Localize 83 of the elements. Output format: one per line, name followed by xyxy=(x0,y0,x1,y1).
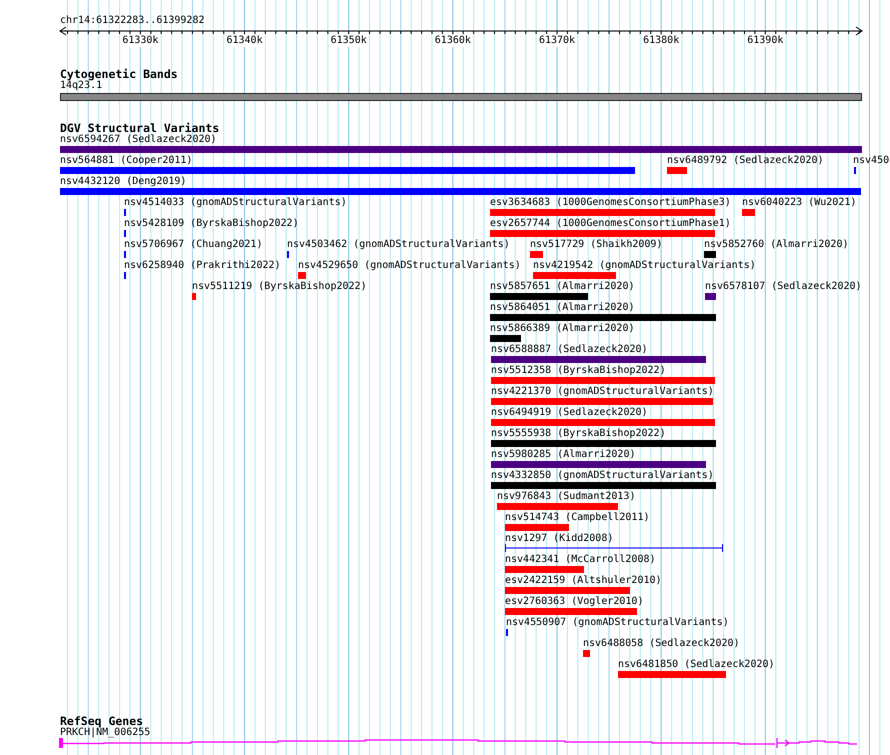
variant-label: nsv6578107 (Sedlazeck2020) xyxy=(705,281,862,293)
variant-bar[interactable] xyxy=(298,272,306,279)
variant-label: nsv5852760 (Almarri2020) xyxy=(704,239,848,251)
ruler-tick-label: 61370k xyxy=(537,35,577,47)
ruler-tick-label: 61340k xyxy=(224,35,265,47)
variant-label: nsv517729 (Shaikh2009) xyxy=(530,239,662,251)
ruler-tick-label: 61380k xyxy=(641,35,682,47)
variant-bar[interactable] xyxy=(491,377,715,384)
variant-label: nsv4332850 (gnomADStructuralVariants) xyxy=(491,470,714,482)
variant-bar[interactable] xyxy=(491,482,716,489)
band-label: 14q23.1 xyxy=(60,80,102,92)
variant-label: nsv6488058 (Sedlazeck2020) xyxy=(583,638,740,650)
variant-label: esv2422159 (Altshuler2010) xyxy=(505,575,662,587)
variant-bar[interactable] xyxy=(705,293,716,300)
variant-label: esv2760363 (Vogler2010) xyxy=(505,596,644,608)
track-title: RefSeq Genes xyxy=(60,715,144,727)
variant-bar[interactable] xyxy=(491,440,716,447)
variant-label: nsv976843 (Sudmant2013) xyxy=(497,491,636,503)
variant-label: esv3634683 (1000GenomesConsortiumPhase3) xyxy=(490,197,731,209)
variant-bar[interactable] xyxy=(704,251,716,258)
variant-bar[interactable] xyxy=(490,230,715,237)
variant-label: nsv5857651 (Almarri2020) xyxy=(490,281,634,293)
variant-label: nsv5980285 (Almarri2020) xyxy=(491,449,636,461)
variant-label: nsv4514033 (gnomADStructuralVariants) xyxy=(124,197,347,209)
variant-label: nsv5866389 (Almarri2020) xyxy=(490,323,634,335)
variant-bar[interactable] xyxy=(530,251,543,258)
gene-label: PRKCH|NM_006255 xyxy=(60,727,150,739)
variant-bar[interactable] xyxy=(497,503,618,510)
variant-label: nsv5512358 (ByrskaBishop2022) xyxy=(491,365,666,377)
variant-label: esv2657744 (1000GenomesConsortiumPhase1) xyxy=(490,218,731,230)
variant-label: nsv5864051 (Almarri2020) xyxy=(490,302,634,314)
variant-label: nsv5428109 (ByrskaBishop2022) xyxy=(124,218,299,230)
variant-label: nsv4432120 (Deng2019) xyxy=(60,176,186,188)
variant-bar[interactable] xyxy=(667,167,687,174)
variant-bar[interactable] xyxy=(490,335,521,342)
variant-label: nsv6481850 (Sedlazeck2020) xyxy=(618,659,775,671)
variant-label: nsv6494919 (Sedlazeck2020) xyxy=(491,407,648,419)
variant-label: nsv564881 (Cooper2011) xyxy=(60,155,192,167)
variant-bar[interactable] xyxy=(60,167,635,174)
track-title: Cytogenetic Bands xyxy=(60,68,178,80)
variant-bar[interactable] xyxy=(192,293,196,300)
variant-label: nsv6489792 (Sedlazeck2020) xyxy=(667,155,824,167)
variant-label: nsv4550907 (gnomADStructuralVariants) xyxy=(506,617,729,629)
location-label: chr14:61322283..61399282 xyxy=(60,15,204,27)
variant-bar[interactable] xyxy=(583,650,590,657)
variant-label: nsv5555938 (ByrskaBishop2022) xyxy=(491,428,666,440)
variant-bar[interactable] xyxy=(490,293,588,300)
variant-label: nsv1297 (Kidd2008) xyxy=(505,533,614,545)
variant-label: nsv6594267 (Sedlazeck2020) xyxy=(60,134,217,146)
variant-label: nsv6040223 (Wu2021) xyxy=(742,197,856,209)
variant-bar[interactable] xyxy=(505,587,630,594)
variant-label: nsv4221370 (gnomADStructuralVariants) xyxy=(491,386,714,398)
variant-bar[interactable] xyxy=(491,356,706,363)
variant-bar[interactable] xyxy=(505,524,569,531)
variant-bar[interactable] xyxy=(618,671,726,678)
variant-bar[interactable] xyxy=(505,566,584,573)
variant-bar[interactable] xyxy=(505,608,637,615)
variant-label: nsv4503462 (gnomADStructuralVariants) xyxy=(287,239,510,251)
variant-label: nsv6588887 (Sedlazeck2020) xyxy=(491,344,648,356)
variant-label: nsv6258940 (Prakrithi2022) xyxy=(124,260,281,272)
variant-bar[interactable] xyxy=(533,272,616,279)
variant-bar[interactable] xyxy=(491,398,713,405)
ruler-tick-label: 61350k xyxy=(328,35,369,47)
variant-label: nsv5511219 (ByrskaBishop2022) xyxy=(192,281,367,293)
variant-label: nsv450 xyxy=(853,155,890,167)
variant-bar[interactable] xyxy=(490,314,716,321)
variant-label: nsv5706967 (Chuang2021) xyxy=(124,239,262,251)
variant-bar[interactable] xyxy=(60,188,861,195)
variant-label: nsv514743 (Campbell2011) xyxy=(505,512,650,524)
variant-label: nsv4219542 (gnomADStructuralVariants) xyxy=(533,260,756,272)
ruler-tick-label: 61330k xyxy=(120,35,160,47)
variant-bar[interactable] xyxy=(490,209,715,216)
variant-bar[interactable] xyxy=(60,146,862,153)
ruler-tick-label: 61360k xyxy=(432,35,473,47)
track-title: DGV Structural Variants xyxy=(60,122,220,134)
variant-bar[interactable] xyxy=(491,419,715,426)
variant-bar[interactable] xyxy=(491,461,706,468)
cytoband-bar[interactable] xyxy=(60,93,862,101)
variant-label: nsv4529650 (gnomADStructuralVariants) xyxy=(298,260,521,272)
variant-span[interactable] xyxy=(505,544,723,552)
ruler-tick-label: 61390k xyxy=(745,35,786,47)
variant-label: nsv442341 (McCarroll2008) xyxy=(505,554,656,566)
variant-bar[interactable] xyxy=(742,209,755,216)
